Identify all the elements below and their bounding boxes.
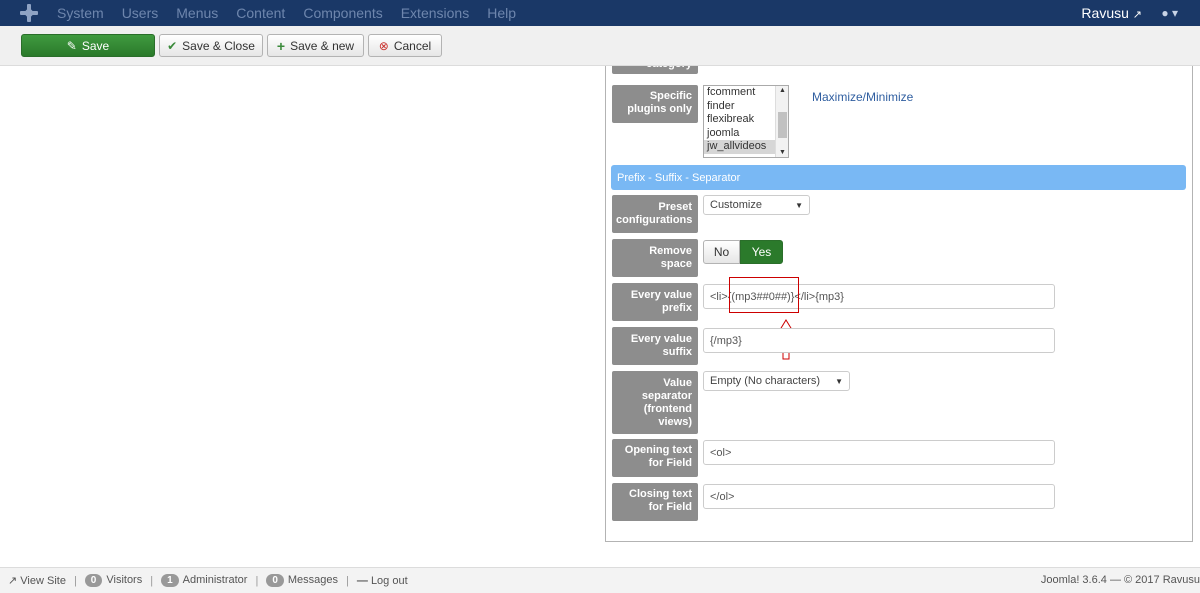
user-site-link[interactable]: Ravusu ↗ bbox=[1081, 5, 1142, 21]
external-link-icon: ↗ bbox=[8, 575, 18, 587]
version-info: Joomla! 3.6.4 — © 2017 Ravusu bbox=[1040, 574, 1200, 586]
external-link-icon: ↗ bbox=[1132, 9, 1142, 21]
separator-select[interactable]: Empty (No characters) ▼ bbox=[703, 371, 850, 391]
admin-status[interactable]: 1 Administrator bbox=[161, 574, 247, 587]
view-site-link[interactable]: ↗ View Site bbox=[8, 574, 66, 587]
opening-text-input[interactable]: <ol> bbox=[703, 440, 1055, 465]
save-button[interactable]: ✎ Save bbox=[21, 34, 155, 57]
menu-item-users[interactable]: Users bbox=[122, 5, 159, 21]
category-label: category bbox=[612, 66, 698, 74]
separator-value: Empty (No characters) bbox=[710, 375, 821, 387]
visitors-status[interactable]: 0 Visitors bbox=[84, 574, 142, 587]
plugins-label: Specific plugins only bbox=[612, 85, 698, 123]
save-close-button[interactable]: ✔ Save & Close bbox=[159, 34, 263, 57]
visitors-count-badge: 0 bbox=[84, 574, 103, 587]
main-menu: System Users Menus Content Components Ex… bbox=[57, 0, 534, 26]
divider: | bbox=[150, 574, 154, 587]
menu-item-system[interactable]: System bbox=[57, 5, 104, 21]
divider: | bbox=[346, 574, 349, 587]
menu-item-help[interactable]: Help bbox=[487, 5, 516, 21]
remove-space-label: Remove space bbox=[612, 239, 698, 277]
prefix-suffix-section-header: Prefix - Suffix - Separator bbox=[611, 165, 1186, 190]
suffix-input[interactable]: {/mp3} bbox=[703, 328, 1055, 353]
divider: | bbox=[73, 574, 77, 587]
status-bar: ↗ View Site | 0 Visitors | 1 Administrator… bbox=[0, 567, 1200, 593]
preset-label: Preset configurations bbox=[612, 195, 698, 233]
user-name: Ravusu bbox=[1081, 5, 1129, 21]
plugins-multiselect[interactable]: fcomment finder flexibreak joomla jw_all… bbox=[703, 85, 789, 158]
check-icon: ✔ bbox=[167, 38, 178, 53]
cancel-label: Cancel bbox=[393, 38, 432, 53]
scroll-down-icon[interactable]: ▼ bbox=[779, 149, 786, 156]
listbox-scrollbar[interactable]: ▲ ▼ bbox=[775, 86, 788, 157]
admin-count-badge: 1 bbox=[161, 574, 179, 587]
menu-item-extensions[interactable]: Extensions bbox=[401, 5, 469, 21]
messages-status[interactable]: 0 Messages bbox=[266, 574, 338, 587]
menu-item-menus[interactable]: Menus bbox=[176, 5, 218, 21]
remove-space-no[interactable]: No bbox=[703, 240, 740, 264]
menu-item-components[interactable]: Components bbox=[303, 5, 382, 21]
cancel-button[interactable]: ⊗ Cancel bbox=[368, 34, 442, 57]
divider: | bbox=[255, 574, 259, 587]
edit-icon: ✎ bbox=[66, 38, 77, 53]
maximize-minimize-link[interactable]: Maximize/Minimize bbox=[812, 90, 913, 104]
save-new-button[interactable]: + Save & new bbox=[267, 34, 364, 57]
logout-link[interactable]: — Log out bbox=[357, 575, 408, 587]
preset-value: Customize bbox=[710, 199, 762, 211]
remove-space-yes[interactable]: Yes bbox=[740, 240, 783, 264]
minus-icon: — bbox=[356, 574, 368, 587]
closing-text-label: Closing text for Field bbox=[612, 483, 698, 521]
save-label: Save bbox=[81, 38, 110, 53]
chevron-down-icon: ▼ bbox=[795, 200, 803, 210]
cancel-icon: ⊗ bbox=[378, 38, 389, 53]
separator-label: Value separator (frontend views) bbox=[612, 371, 698, 434]
messages-count-badge: 0 bbox=[266, 574, 284, 587]
save-close-label: Save & Close bbox=[182, 38, 255, 53]
scrollbar-thumb[interactable] bbox=[778, 112, 787, 138]
top-navbar: System Users Menus Content Components Ex… bbox=[0, 0, 1200, 26]
user-menu-icon[interactable]: ● ▾ bbox=[1161, 6, 1178, 20]
field-properties-panel: category Specific plugins only fcomment … bbox=[605, 66, 1193, 542]
preset-select[interactable]: Customize ▼ bbox=[703, 195, 810, 215]
suffix-label: Every value suffix bbox=[612, 327, 698, 365]
toolbar: ✎ Save ✔ Save & Close + Save & new ⊗ Can… bbox=[0, 26, 1200, 66]
highlight-box bbox=[729, 277, 799, 313]
prefix-label: Every value prefix bbox=[612, 283, 698, 321]
chevron-down-icon: ▼ bbox=[835, 376, 843, 386]
plus-icon: + bbox=[276, 37, 286, 54]
joomla-logo-icon[interactable] bbox=[20, 4, 38, 22]
closing-text-input[interactable]: </ol> bbox=[703, 484, 1055, 509]
remove-space-toggle[interactable]: No Yes bbox=[703, 240, 783, 264]
save-new-label: Save & new bbox=[290, 38, 355, 53]
scroll-up-icon[interactable]: ▲ bbox=[779, 87, 786, 94]
menu-item-content[interactable]: Content bbox=[236, 5, 285, 21]
opening-text-label: Opening text for Field bbox=[612, 439, 698, 477]
